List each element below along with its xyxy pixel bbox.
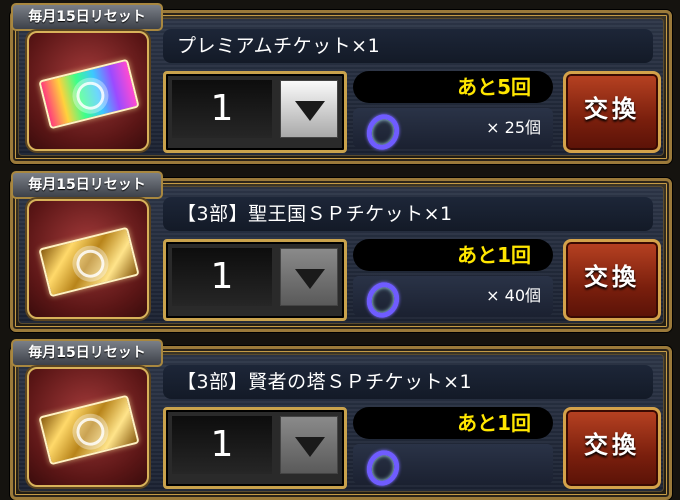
exchange-button[interactable]: 交換 — [563, 71, 661, 153]
ticket-emblem-icon — [73, 414, 108, 449]
quantity-dropdown-button[interactable] — [280, 80, 338, 138]
cost-amount: × 40個 — [486, 286, 541, 305]
ring-icon — [361, 277, 405, 323]
sp-ticket-icon — [38, 394, 140, 466]
cost-display: × 25個 — [353, 108, 553, 155]
ring-icon — [361, 109, 405, 155]
premium-ticket-icon — [38, 58, 140, 130]
item-thumbnail — [27, 199, 149, 319]
item-title: 【3部】聖王国ＳＰチケット×1 — [163, 197, 653, 231]
remaining-count: あと1回 — [353, 407, 553, 439]
quantity-value: 1 — [172, 416, 272, 474]
reset-badge: 毎月15日リセット — [11, 339, 163, 367]
exchange-card: 毎月15日リセット プレミアムチケット×1 1 あと5回 × 25個 交換 — [10, 3, 672, 164]
exchange-button[interactable]: 交換 — [563, 239, 661, 321]
quantity-selector[interactable]: 1 — [163, 71, 347, 153]
cost-display — [353, 444, 553, 491]
item-thumbnail — [27, 31, 149, 151]
chevron-down-icon — [295, 437, 325, 457]
quantity-dropdown-button[interactable] — [280, 248, 338, 306]
quantity-value: 1 — [172, 80, 272, 138]
exchange-button[interactable]: 交換 — [563, 407, 661, 489]
quantity-value: 1 — [172, 248, 272, 306]
item-title: 【3部】賢者の塔ＳＰチケット×1 — [163, 365, 653, 399]
exchange-card: 毎月15日リセット 【3部】賢者の塔ＳＰチケット×1 1 あと1回 交換 — [10, 339, 672, 500]
item-title: プレミアムチケット×1 — [163, 29, 653, 63]
reset-badge: 毎月15日リセット — [11, 171, 163, 199]
ticket-emblem-icon — [73, 78, 108, 113]
cost-display: × 40個 — [353, 276, 553, 323]
reset-badge: 毎月15日リセット — [11, 3, 163, 31]
quantity-dropdown-button[interactable] — [280, 416, 338, 474]
ring-icon — [361, 445, 405, 491]
exchange-card: 毎月15日リセット 【3部】聖王国ＳＰチケット×1 1 あと1回 × 40個 交… — [10, 171, 672, 332]
quantity-selector[interactable]: 1 — [163, 239, 347, 321]
remaining-count: あと1回 — [353, 239, 553, 271]
chevron-down-icon — [295, 101, 325, 121]
sp-ticket-icon — [38, 226, 140, 298]
item-thumbnail — [27, 367, 149, 487]
cost-amount: × 25個 — [486, 118, 541, 137]
remaining-count: あと5回 — [353, 71, 553, 103]
quantity-selector[interactable]: 1 — [163, 407, 347, 489]
ticket-emblem-icon — [73, 246, 108, 281]
chevron-down-icon — [295, 269, 325, 289]
